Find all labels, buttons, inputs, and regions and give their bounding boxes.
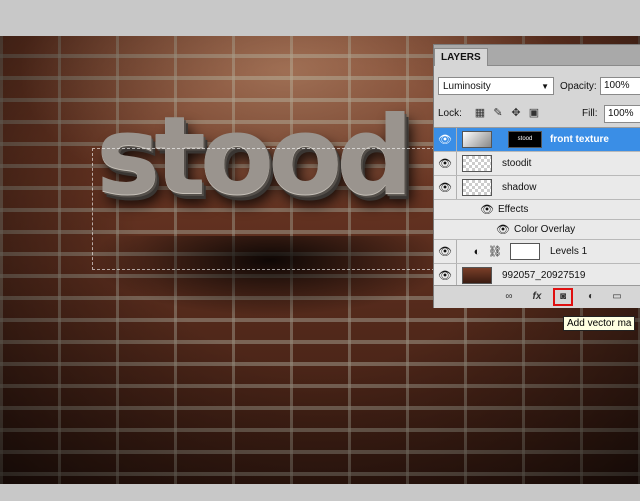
layer-row-stoodit[interactable]: 👁 stoodit — [434, 152, 640, 176]
layer-row-levels-1[interactable]: 👁 ◐ ⛓ Levels 1 — [434, 240, 640, 264]
adjustment-icon: ◐ — [473, 246, 481, 258]
eye-icon[interactable]: 👁 — [438, 158, 452, 170]
blend-mode-value: Luminosity — [443, 81, 491, 92]
divider — [456, 176, 457, 199]
layer-row-effects[interactable]: 👁 Effects — [434, 200, 640, 220]
layer-name: stoodit — [502, 158, 532, 169]
tab-layers[interactable]: LAYERS — [434, 48, 488, 66]
layers-bottom-toolbar: ∞ fx ◙ ◐ ▭ — [434, 285, 640, 308]
fx-icon[interactable]: fx — [530, 291, 544, 303]
layer-row-color-overlay[interactable]: 👁 Color Overlay — [434, 220, 640, 240]
lock-move-icon[interactable]: ✥ — [510, 107, 522, 119]
layer-name: Color Overlay — [514, 224, 576, 235]
fill-field[interactable]: 100% — [604, 105, 640, 123]
layer-mask-thumbnail — [510, 243, 540, 260]
lock-transparent-icon[interactable]: ▦ — [474, 107, 486, 119]
blend-mode-select[interactable]: Luminosity ▼ — [438, 77, 554, 95]
eye-icon[interactable]: 👁 — [438, 246, 452, 258]
chain-link-icon[interactable]: ⛓ — [488, 246, 502, 258]
adjustment-layer-icon[interactable]: ◐ — [584, 291, 598, 303]
layer-name: 992057_20927519 — [502, 270, 586, 281]
divider — [456, 128, 457, 151]
divider — [456, 264, 457, 287]
eye-icon[interactable]: 👁 — [438, 270, 452, 282]
layer-thumbnail — [462, 131, 492, 148]
new-group-icon[interactable]: ▭ — [610, 291, 624, 303]
eye-icon[interactable]: 👁 — [438, 134, 452, 146]
layer-thumbnail — [462, 155, 492, 172]
divider — [456, 240, 457, 263]
layer-mask-thumbnail: stood — [508, 131, 542, 148]
fill-label: Fill: — [582, 108, 598, 119]
eye-icon[interactable]: 👁 — [438, 182, 452, 194]
layers-panel: LAYERS Luminosity ▼ Opacity: 100% Lock: … — [433, 44, 640, 308]
lock-all-icon[interactable]: ▣ — [528, 107, 540, 119]
tooltip: Add vector ma — [563, 316, 636, 331]
layer-row-shadow[interactable]: 👁 shadow — [434, 176, 640, 200]
layers-list: 👁 stood front texture 👁 stoodit 👁 shadow… — [434, 127, 640, 288]
chevron-down-icon: ▼ — [541, 82, 549, 91]
layer-name: shadow — [502, 182, 537, 193]
eye-icon[interactable]: 👁 — [496, 224, 510, 236]
layer-name: Effects — [498, 204, 529, 215]
layer-thumbnail — [462, 267, 492, 284]
panel-tab-bar: LAYERS — [434, 45, 640, 66]
opacity-field[interactable]: 100% — [600, 77, 640, 95]
canvas-3d-text: stood — [96, 94, 414, 219]
text-drop-shadow — [90, 236, 450, 316]
link-layers-icon[interactable]: ∞ — [502, 291, 516, 303]
layer-name: front texture — [550, 134, 609, 145]
layer-thumbnail — [462, 179, 492, 196]
lock-label: Lock: — [438, 108, 462, 119]
layer-name: Levels 1 — [550, 246, 588, 257]
add-mask-icon[interactable]: ◙ — [553, 288, 573, 306]
opacity-label: Opacity: — [560, 81, 597, 92]
layer-row-front-texture[interactable]: 👁 stood front texture — [434, 128, 640, 152]
eye-icon[interactable]: 👁 — [480, 204, 494, 216]
lock-paint-icon[interactable]: ✎ — [492, 107, 504, 119]
divider — [456, 152, 457, 175]
